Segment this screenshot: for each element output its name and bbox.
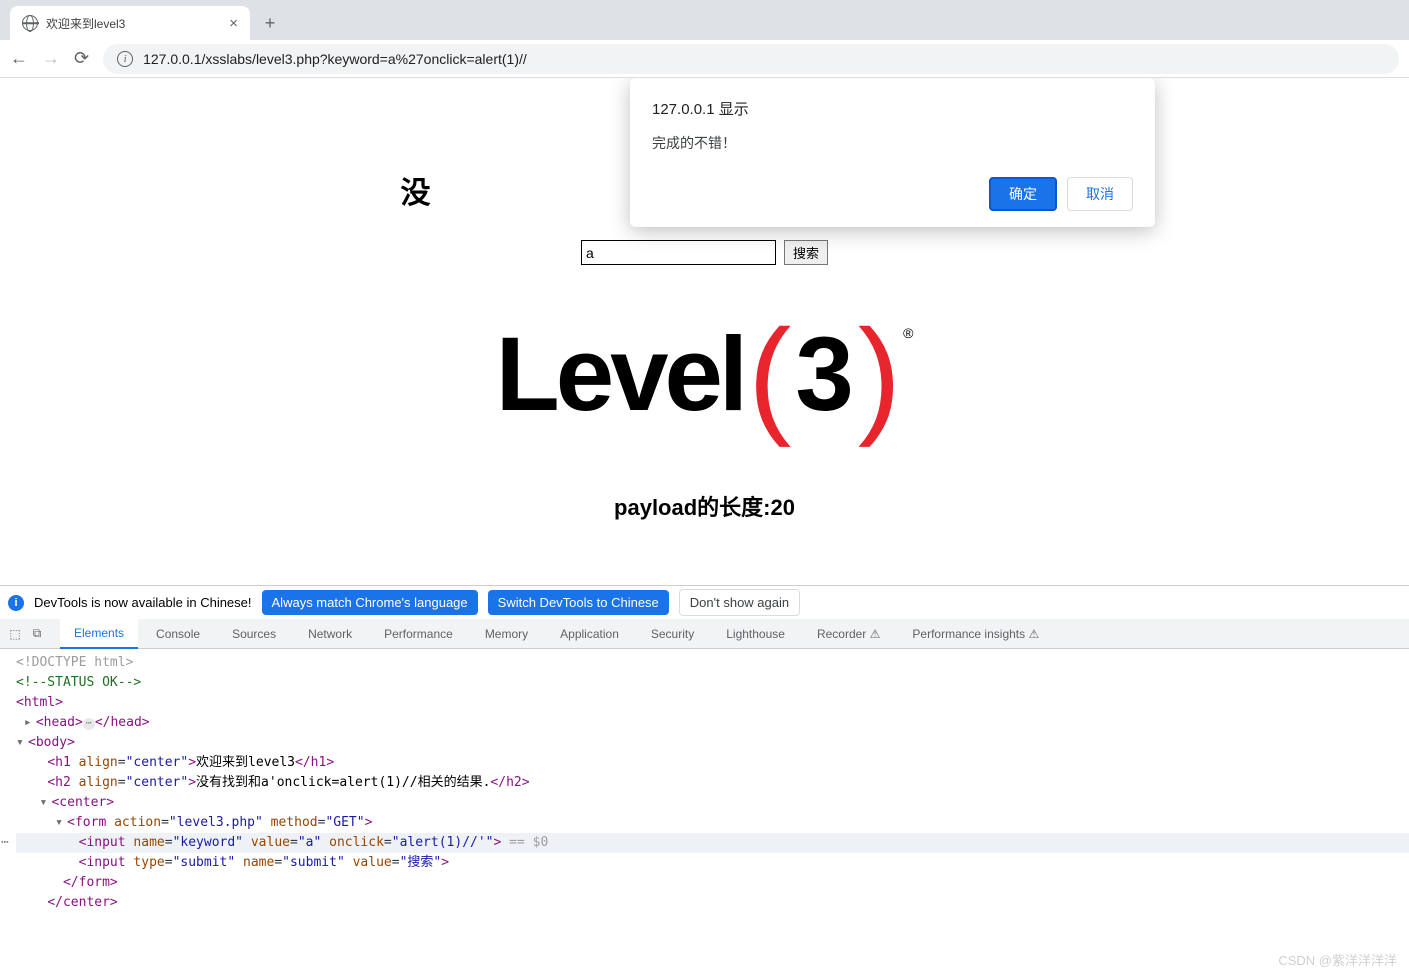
tab-memory[interactable]: Memory <box>471 619 542 649</box>
tab-perf-insights[interactable]: Performance insights ⚠ <box>898 619 1053 649</box>
dialog-cancel-button[interactable]: 取消 <box>1067 177 1133 211</box>
back-button[interactable]: ← <box>10 48 28 69</box>
tab-elements[interactable]: Elements <box>60 619 138 649</box>
tab-recorder[interactable]: Recorder ⚠ <box>803 619 894 649</box>
watermark: CSDN @紫洋洋洋洋 <box>1278 950 1397 969</box>
new-tab-button[interactable]: + <box>256 9 284 37</box>
dialog-message: 完成的不错！ <box>652 133 1133 153</box>
dialog-backdrop: 127.0.0.1 显示 完成的不错！ 确定 取消 <box>0 78 1409 585</box>
forward-button[interactable]: → <box>42 48 60 69</box>
tab-application[interactable]: Application <box>546 619 633 649</box>
device-icon[interactable]: ⧉ <box>28 626 46 641</box>
tab-network[interactable]: Network <box>294 619 366 649</box>
reload-button[interactable]: ⟳ <box>74 48 89 69</box>
site-info-icon[interactable]: i <box>117 51 133 67</box>
switch-chinese-button[interactable]: Switch DevTools to Chinese <box>488 590 669 615</box>
tab-title: 欢迎来到level3 <box>46 15 125 32</box>
dialog-title: 127.0.0.1 显示 <box>652 98 1133 119</box>
url-text: 127.0.0.1/xsslabs/level3.php?keyword=a%2… <box>143 51 527 67</box>
js-dialog: 127.0.0.1 显示 完成的不错！ 确定 取消 <box>630 78 1155 227</box>
infobar-text: DevTools is now available in Chinese! <box>34 595 252 610</box>
match-language-button[interactable]: Always match Chrome's language <box>262 590 478 615</box>
tab-console[interactable]: Console <box>142 619 214 649</box>
browser-tab[interactable]: 欢迎来到level3 × <box>10 6 250 40</box>
inspect-icon[interactable]: ⬚ <box>6 627 24 641</box>
globe-icon <box>22 15 38 31</box>
tab-performance[interactable]: Performance <box>370 619 467 649</box>
browser-toolbar: ← → ⟳ i 127.0.0.1/xsslabs/level3.php?key… <box>0 40 1409 78</box>
tab-security[interactable]: Security <box>637 619 708 649</box>
dialog-ok-button[interactable]: 确定 <box>989 177 1057 211</box>
dont-show-button[interactable]: Don't show again <box>679 589 800 616</box>
tab-strip: 欢迎来到level3 × + <box>0 0 1409 40</box>
tab-lighthouse[interactable]: Lighthouse <box>712 619 799 649</box>
close-icon[interactable]: × <box>229 15 238 32</box>
address-bar[interactable]: i 127.0.0.1/xsslabs/level3.php?keyword=a… <box>103 44 1399 74</box>
info-icon: i <box>8 595 24 611</box>
elements-tree[interactable]: <!DOCTYPE html> <!--STATUS OK--> <html> … <box>0 649 1409 914</box>
devtools-tabs: ⬚ ⧉ Elements Console Sources Network Per… <box>0 619 1409 649</box>
devtools-infobar: i DevTools is now available in Chinese! … <box>0 585 1409 619</box>
tab-sources[interactable]: Sources <box>218 619 290 649</box>
page-content: 没 有找到和a'onclick=alert(1)//相关的结果 。 搜索 Lev… <box>0 78 1409 585</box>
